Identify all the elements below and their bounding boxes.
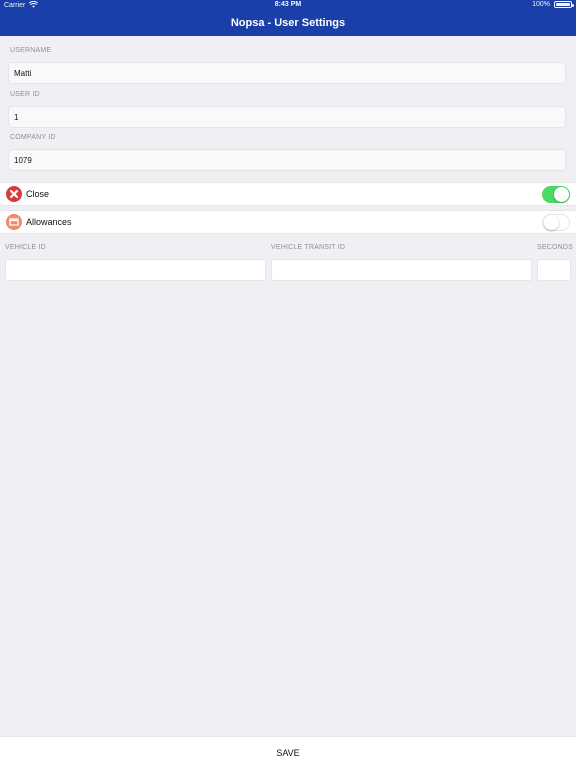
user-id-value: 1 (14, 112, 19, 122)
username-field[interactable]: Matti (8, 62, 566, 84)
battery-level-fill (556, 3, 570, 6)
vehicle-id-label: VEHICLE ID (5, 244, 46, 251)
username-label: USERNAME (10, 47, 52, 54)
battery-percentage: 100% (532, 1, 550, 8)
vehicle-transit-id-input[interactable] (271, 259, 532, 281)
bottom-toolbar: SAVE (0, 736, 576, 768)
page-title: Nopsa - User Settings (230, 17, 346, 29)
close-label: Close (26, 189, 50, 199)
seconds-label: SECONDS (537, 244, 574, 251)
company-id-value: 1079 (14, 155, 32, 165)
company-id-label: COMPANY ID (10, 134, 56, 141)
battery-icon (554, 1, 574, 8)
navigation-bar: Carrier 8:43 PM 100% Nopsa - User Settin… (0, 0, 576, 36)
toggle-knob (544, 215, 559, 230)
allowances-toggle[interactable] (542, 214, 570, 231)
seconds-input[interactable] (537, 259, 571, 281)
user-id-label: USER ID (10, 91, 40, 98)
vehicle-transit-id-label: VEHICLE TRANSIT ID (271, 244, 346, 251)
allowances-label: Allowances (26, 217, 72, 227)
user-id-field[interactable]: 1 (8, 106, 566, 128)
settings-content: USERNAME Matti USER ID 1 COMPANY ID 1079… (0, 36, 576, 736)
close-circle-icon (6, 186, 22, 202)
status-time: 8:43 PM (274, 1, 302, 8)
toggle-knob (554, 187, 569, 202)
close-row[interactable]: Close (0, 182, 576, 206)
status-right: 100% (532, 1, 574, 8)
username-value: Matti (14, 68, 32, 78)
save-button[interactable]: SAVE (264, 742, 311, 764)
allowances-row[interactable]: Allowances (0, 210, 576, 234)
close-toggle[interactable] (542, 186, 570, 203)
document-icon (6, 214, 22, 230)
company-id-field[interactable]: 1079 (8, 149, 566, 171)
vehicle-id-input[interactable] (5, 259, 266, 281)
